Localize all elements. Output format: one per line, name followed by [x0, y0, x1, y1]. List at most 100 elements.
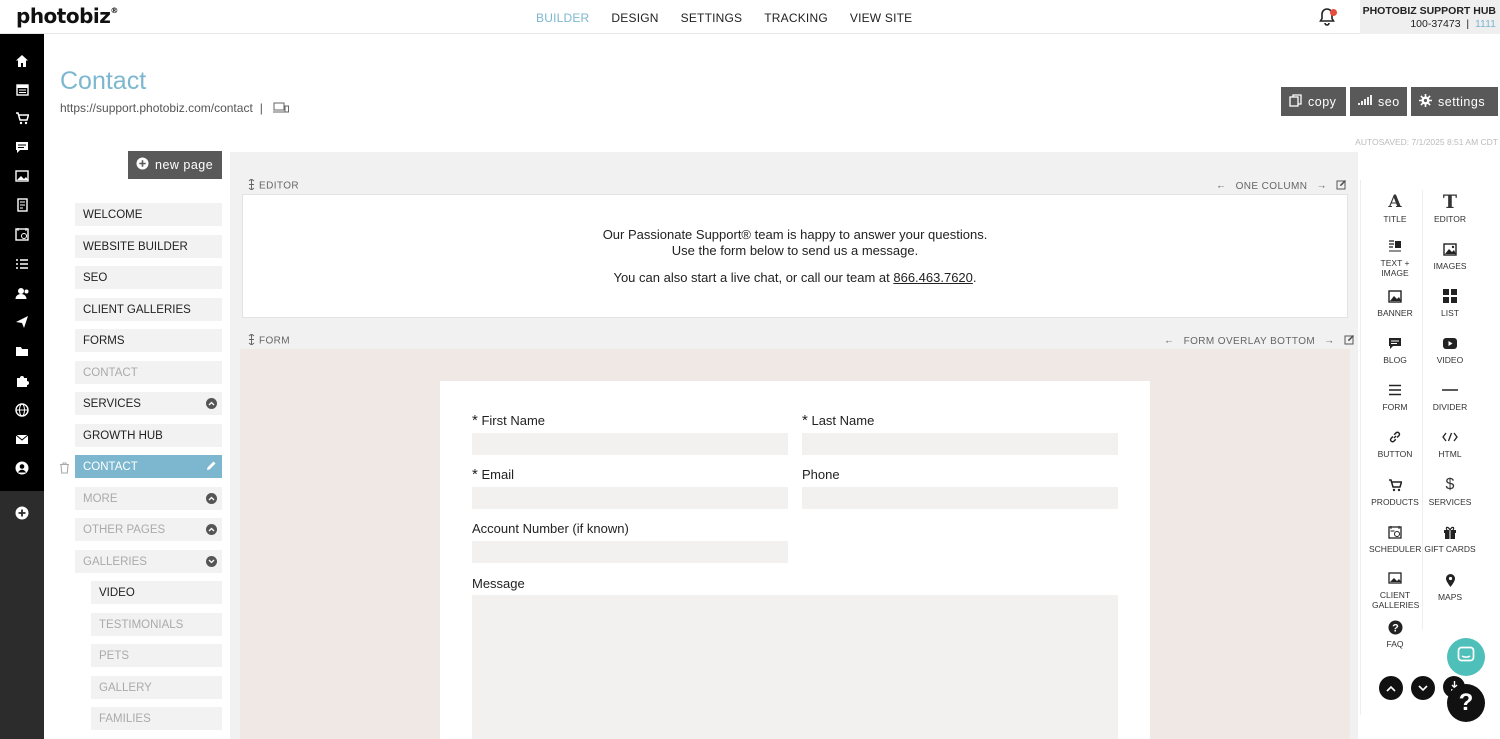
edit-icon[interactable] [1344, 334, 1355, 348]
chat-icon[interactable] [12, 137, 32, 157]
widget-scheduler[interactable]: SCHEDULER [1369, 523, 1421, 554]
arrow-left-icon[interactable]: ← [1164, 336, 1174, 347]
message-field[interactable] [472, 595, 1118, 739]
account-panel[interactable]: PHOTOBIZ SUPPORT HUB 100-37473 | 1111 [1360, 0, 1500, 34]
chevron-down-icon[interactable] [206, 556, 217, 567]
trash-icon[interactable] [59, 461, 70, 479]
email-field[interactable] [472, 487, 788, 509]
nav-builder[interactable]: BUILDER [536, 11, 589, 25]
widget-gift-cards[interactable]: GIFT CARDS [1424, 523, 1476, 554]
widget-form[interactable]: FORM [1369, 381, 1421, 412]
photobiz-logo[interactable]: photobiz® [16, 4, 118, 28]
settings-button[interactable]: settings [1411, 87, 1498, 116]
widget-maps[interactable]: MAPS [1424, 571, 1476, 602]
chevron-up-icon[interactable] [206, 524, 217, 535]
pencil-icon[interactable] [205, 460, 217, 475]
page-item-other-pages[interactable]: OTHER PAGES [75, 518, 222, 541]
users-icon[interactable] [12, 283, 32, 303]
profile-icon[interactable] [12, 458, 32, 478]
page-item-contact-selected[interactable]: CONTACT [75, 455, 222, 478]
page-item-more[interactable]: MORE [75, 487, 222, 510]
drag-handle-icon[interactable] [248, 333, 255, 348]
nav-view-site[interactable]: VIEW SITE [850, 11, 912, 25]
widget-blog[interactable]: BLOG [1369, 334, 1421, 365]
page-item-testimonials[interactable]: TESTIMONIALS [91, 613, 222, 636]
page-title: Contact [60, 67, 147, 95]
add-icon[interactable] [12, 503, 32, 523]
live-chat-button[interactable] [1447, 638, 1485, 676]
drag-handle-icon[interactable] [248, 178, 255, 193]
widget-button[interactable]: BUTTON [1369, 428, 1421, 459]
page-item-pets[interactable]: PETS [91, 644, 222, 667]
list-icon[interactable] [12, 254, 32, 274]
page-item-galleries[interactable]: GALLERIES [75, 550, 222, 573]
page-item-families[interactable]: FAMILIES [91, 707, 222, 730]
notification-dot [1330, 9, 1337, 16]
nav-settings[interactable]: SETTINGS [681, 11, 743, 25]
scheduler-icon[interactable] [12, 224, 32, 244]
devices-icon[interactable] [273, 102, 290, 116]
video-icon [1424, 334, 1476, 352]
page-item-client-galleries[interactable]: CLIENT GALLERIES [75, 298, 222, 321]
form-layout-switcher: ← FORM OVERLAY BOTTOM → [1164, 334, 1355, 348]
widget-client-galleries[interactable]: CLIENT GALLERIES [1369, 569, 1421, 610]
globe-icon[interactable] [12, 400, 32, 420]
widget-title[interactable]: A TITLE [1369, 192, 1421, 224]
seo-button[interactable]: seo [1350, 87, 1407, 116]
nav-design[interactable]: DESIGN [611, 11, 658, 25]
document-icon[interactable] [12, 195, 32, 215]
page-item-growth-hub[interactable]: GROWTH HUB [75, 424, 222, 447]
widget-faq[interactable]: ? FAQ [1369, 618, 1421, 649]
send-icon[interactable] [12, 312, 32, 332]
widget-html[interactable]: HTML [1424, 428, 1476, 459]
folder-icon[interactable] [12, 341, 32, 361]
page-item-forms[interactable]: FORMS [75, 329, 222, 352]
help-button[interactable]: ? [1447, 684, 1485, 722]
arrow-left-icon[interactable]: ← [1216, 181, 1226, 192]
page-item-contact-hidden[interactable]: CONTACT [75, 361, 222, 384]
phone-link[interactable]: 866.463.7620 [893, 270, 973, 285]
widget-products[interactable]: PRODUCTS [1369, 476, 1421, 507]
widget-banner[interactable]: BANNER [1369, 287, 1421, 318]
puzzle-icon[interactable] [12, 371, 32, 391]
editor-text-line-1: Our Passionate Support® team is happy to… [602, 227, 988, 242]
home-icon[interactable] [12, 51, 32, 71]
widget-text-image[interactable]: TEXT + IMAGE [1369, 237, 1421, 278]
nav-tracking[interactable]: TRACKING [764, 11, 828, 25]
widget-list[interactable]: LIST [1424, 287, 1476, 318]
first-name-label: * First Name [472, 412, 546, 429]
page-item-video[interactable]: VIDEO [91, 581, 222, 604]
scroll-up-button[interactable] [1379, 676, 1403, 700]
arrow-right-icon[interactable]: → [1324, 336, 1334, 347]
first-name-field[interactable] [472, 433, 788, 455]
account-number-field[interactable] [472, 541, 788, 563]
page-url-link[interactable]: https://support.photobiz.com/contact [60, 101, 253, 115]
widget-video[interactable]: VIDEO [1424, 334, 1476, 365]
calendar-icon[interactable] [12, 79, 32, 99]
page-item-website-builder[interactable]: WEBSITE BUILDER [75, 235, 222, 258]
widget-divider[interactable]: DIVIDER [1424, 381, 1476, 412]
arrow-right-icon[interactable]: → [1317, 181, 1327, 192]
cart-icon[interactable] [12, 108, 32, 128]
chevron-up-icon[interactable] [206, 493, 217, 504]
chevron-up-icon[interactable] [206, 398, 217, 409]
widget-images[interactable]: IMAGES [1424, 240, 1476, 271]
text-image-icon [1369, 237, 1421, 255]
last-name-field[interactable] [802, 433, 1118, 455]
phone-field[interactable] [802, 487, 1118, 509]
banner-icon [1369, 287, 1421, 305]
bell-icon[interactable] [1318, 7, 1337, 27]
mail-icon[interactable] [12, 429, 32, 449]
editor-block[interactable]: Our Passionate Support® team is happy to… [242, 194, 1348, 318]
page-item-seo[interactable]: SEO [75, 266, 222, 289]
edit-icon[interactable] [1336, 179, 1347, 193]
copy-button[interactable]: copy [1281, 87, 1346, 116]
page-item-gallery[interactable]: GALLERY [91, 676, 222, 699]
new-page-button[interactable]: new page [128, 151, 222, 179]
widget-editor[interactable]: T EDITOR [1424, 191, 1476, 224]
widget-services[interactable]: $ SERVICES [1424, 476, 1476, 507]
gallery-icon[interactable] [12, 166, 32, 186]
page-item-services[interactable]: SERVICES [75, 392, 222, 415]
scroll-down-button[interactable] [1411, 676, 1435, 700]
page-item-welcome[interactable]: WELCOME [75, 203, 222, 226]
